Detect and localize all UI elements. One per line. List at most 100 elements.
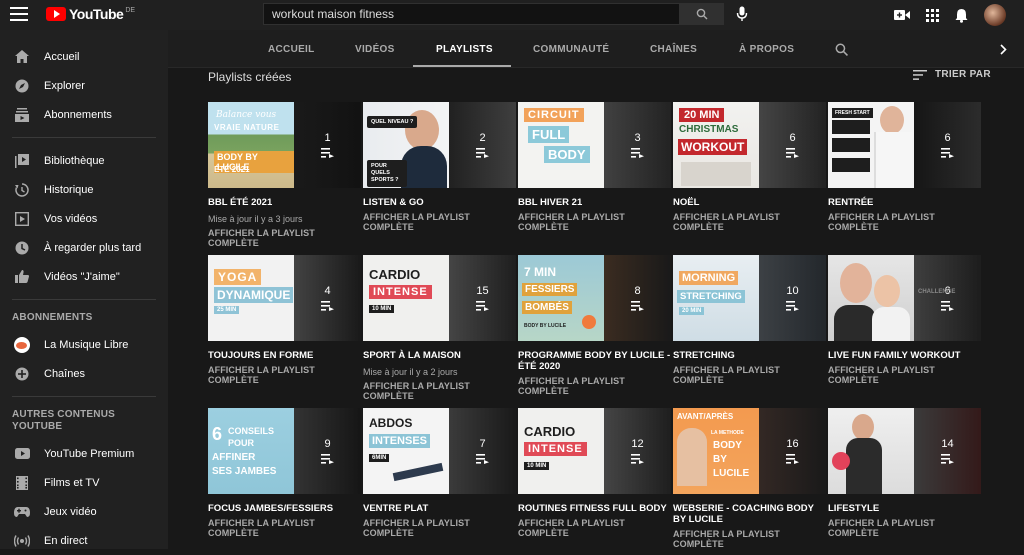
playlist-title[interactable]: BBL HIVER 21 bbox=[518, 197, 671, 208]
view-full-playlist-link[interactable]: AFFICHER LA PLAYLIST COMPLÈTE bbox=[673, 365, 826, 385]
tab-chaines[interactable]: CHAÎNES bbox=[650, 30, 697, 68]
playlist-icon bbox=[941, 454, 954, 464]
playlist-card[interactable]: Balance vous VRAIE NATURE BODY BY LUCILE… bbox=[208, 102, 361, 248]
sidebar-item-accueil[interactable]: Accueil bbox=[0, 42, 168, 71]
playlist-thumbnail[interactable]: 6 CONSEILS POUR AFFINER SES JAMBES 9 bbox=[208, 408, 361, 494]
sidebar-item-jeux-video[interactable]: Jeux vidéo bbox=[0, 497, 168, 526]
sidebar-item-en-direct[interactable]: En direct bbox=[0, 526, 168, 555]
tab-videos[interactable]: VIDÉOS bbox=[355, 30, 395, 68]
sidebar-item-chaines[interactable]: Chaînes bbox=[0, 359, 168, 388]
playlist-card[interactable]: ABDOS INTENSES 6MIN 7 VENTRE PLAT AFFICH… bbox=[363, 408, 516, 538]
view-full-playlist-link[interactable]: AFFICHER LA PLAYLIST COMPLÈTE bbox=[208, 228, 361, 248]
playlist-card[interactable]: 6 CONSEILS POUR AFFINER SES JAMBES 9 FOC… bbox=[208, 408, 361, 538]
notifications-bell-icon[interactable] bbox=[955, 8, 968, 23]
playlist-title[interactable]: RENTRÉE bbox=[828, 197, 981, 208]
sidebar-item-label: Abonnements bbox=[44, 108, 112, 121]
playlist-title[interactable]: TOUJOURS EN FORME bbox=[208, 350, 361, 361]
account-avatar[interactable] bbox=[984, 4, 1006, 26]
sidebar-item-watch-later[interactable]: À regarder plus tard bbox=[0, 233, 168, 262]
playlist-card[interactable]: CARDIO INTENSE 10 MIN 15 SPORT À LA MAIS… bbox=[363, 255, 516, 401]
playlist-card[interactable]: CHALLENGE 6 LIVE FUN FAMILY WORKOUT AFFI… bbox=[828, 255, 981, 385]
tab-accueil[interactable]: ACCUEIL bbox=[268, 30, 315, 68]
playlist-card[interactable]: FRESH START 6 RENTRÉE AFFICHER LA PLAYLI… bbox=[828, 102, 981, 232]
playlist-thumbnail[interactable]: FRESH START 6 bbox=[828, 102, 981, 188]
playlist-thumbnail[interactable]: AVANT/APRÈS LA METHODE BODY BY LUCILE 16 bbox=[673, 408, 826, 494]
playlist-card[interactable]: MORNING STRETCHING 20 MIN 10 STRETCHING … bbox=[673, 255, 826, 385]
sidebar-item-la-musique-libre[interactable]: La Musique Libre bbox=[0, 330, 168, 359]
view-full-playlist-link[interactable]: AFFICHER LA PLAYLIST COMPLÈTE bbox=[673, 212, 826, 232]
playlist-icon bbox=[786, 454, 799, 464]
playlist-thumbnail[interactable]: 7 MIN FESSIERS BOMBÉS BODY BY LUCILE 8 bbox=[518, 255, 671, 341]
sort-button[interactable]: TRIER PAR bbox=[913, 69, 991, 80]
thumbnail-image: AVANT/APRÈS LA METHODE BODY BY LUCILE bbox=[673, 408, 759, 494]
tab-a-propos[interactable]: À PROPOS bbox=[739, 30, 794, 68]
playlist-thumbnail[interactable]: CARDIO INTENSE 10 MIN 15 bbox=[363, 255, 516, 341]
search-button[interactable] bbox=[680, 3, 724, 25]
channel-search-icon[interactable] bbox=[835, 43, 848, 56]
youtube-logo[interactable]: YouTube DE bbox=[46, 6, 135, 22]
tab-playlists[interactable]: PLAYLISTS bbox=[436, 30, 493, 68]
playlist-thumbnail[interactable]: 14 bbox=[828, 408, 981, 494]
playlist-thumbnail[interactable]: CIRCUIT FULL BODY 3 bbox=[518, 102, 671, 188]
playlist-thumbnail[interactable]: Balance vous VRAIE NATURE BODY BY LUCILE… bbox=[208, 102, 361, 188]
playlist-title[interactable]: BBL ÉTÉ 2021 bbox=[208, 197, 361, 208]
menu-icon[interactable] bbox=[10, 7, 28, 23]
playlist-title[interactable]: LISTEN & GO bbox=[363, 197, 516, 208]
playlist-title[interactable]: VENTRE PLAT bbox=[363, 503, 516, 514]
playlist-card[interactable]: 7 MIN FESSIERS BOMBÉS BODY BY LUCILE 8 P… bbox=[518, 255, 671, 396]
playlist-title[interactable]: LIFESTYLE bbox=[828, 503, 981, 514]
view-full-playlist-link[interactable]: AFFICHER LA PLAYLIST COMPLÈTE bbox=[208, 365, 361, 385]
create-video-icon[interactable] bbox=[894, 9, 910, 21]
search-input[interactable]: workout maison fitness bbox=[263, 3, 680, 25]
sidebar-item-liked-videos[interactable]: Vidéos "J'aime" bbox=[0, 262, 168, 291]
apps-grid-icon[interactable] bbox=[926, 8, 939, 22]
view-full-playlist-link[interactable]: AFFICHER LA PLAYLIST COMPLÈTE bbox=[363, 518, 516, 538]
sidebar-item-vos-videos[interactable]: Vos vidéos bbox=[0, 204, 168, 233]
sidebar-item-historique[interactable]: Historique bbox=[0, 175, 168, 204]
chevron-right-icon[interactable] bbox=[1000, 44, 1007, 55]
sidebar-item-abonnements[interactable]: Abonnements bbox=[0, 100, 168, 129]
playlist-title[interactable]: STRETCHING bbox=[673, 350, 826, 361]
playlist-title[interactable]: WEBSERIE - COACHING BODY BY LUCILE bbox=[673, 503, 826, 525]
view-full-playlist-link[interactable]: AFFICHER LA PLAYLIST COMPLÈTE bbox=[518, 212, 671, 232]
view-full-playlist-link[interactable]: AFFICHER LA PLAYLIST COMPLÈTE bbox=[673, 529, 826, 549]
view-full-playlist-link[interactable]: AFFICHER LA PLAYLIST COMPLÈTE bbox=[363, 381, 516, 401]
playlist-title[interactable]: FOCUS JAMBES/FESSIERS bbox=[208, 503, 361, 514]
sidebar-item-films-et-tv[interactable]: Films et TV bbox=[0, 468, 168, 497]
playlist-card[interactable]: CIRCUIT FULL BODY 3 BBL HIVER 21 AFFICHE… bbox=[518, 102, 671, 232]
playlist-thumbnail[interactable]: MORNING STRETCHING 20 MIN 10 bbox=[673, 255, 826, 341]
view-full-playlist-link[interactable]: AFFICHER LA PLAYLIST COMPLÈTE bbox=[828, 518, 981, 538]
playlist-title[interactable]: PROGRAMME BODY BY LUCILE - ÉTÉ 2020 bbox=[518, 350, 671, 372]
playlist-title[interactable]: ROUTINES FITNESS FULL BODY bbox=[518, 503, 671, 514]
playlist-thumbnail[interactable]: QUEL NIVEAU ? POUR QUELS SPORTS ? 2 bbox=[363, 102, 516, 188]
thumbnail-text: BODY bbox=[544, 146, 590, 163]
view-full-playlist-link[interactable]: AFFICHER LA PLAYLIST COMPLÈTE bbox=[363, 212, 516, 232]
playlist-title[interactable]: LIVE FUN FAMILY WORKOUT bbox=[828, 350, 981, 361]
view-full-playlist-link[interactable]: AFFICHER LA PLAYLIST COMPLÈTE bbox=[828, 365, 981, 385]
playlist-card[interactable]: QUEL NIVEAU ? POUR QUELS SPORTS ? 2 LIST… bbox=[363, 102, 516, 232]
playlist-thumbnail[interactable]: YOGA DYNAMIQUE 25 MIN 4 bbox=[208, 255, 361, 341]
playlist-thumbnail[interactable]: 20 MIN CHRISTMAS WORKOUT 6 bbox=[673, 102, 826, 188]
add-circle-icon bbox=[0, 367, 44, 381]
playlist-thumbnail[interactable]: CARDIO INTENSE 10 MIN 12 bbox=[518, 408, 671, 494]
playlist-card[interactable]: 20 MIN CHRISTMAS WORKOUT 6 NOËL AFFICHER… bbox=[673, 102, 826, 232]
playlist-card[interactable]: CARDIO INTENSE 10 MIN 12 ROUTINES FITNES… bbox=[518, 408, 671, 538]
view-full-playlist-link[interactable]: AFFICHER LA PLAYLIST COMPLÈTE bbox=[828, 212, 981, 232]
tab-communaute[interactable]: COMMUNAUTÉ bbox=[533, 30, 609, 68]
playlist-thumbnail[interactable]: CHALLENGE 6 bbox=[828, 255, 981, 341]
your-videos-icon bbox=[0, 211, 44, 226]
playlist-title[interactable]: SPORT À LA MAISON bbox=[363, 350, 516, 361]
playlist-card[interactable]: AVANT/APRÈS LA METHODE BODY BY LUCILE 16… bbox=[673, 408, 826, 549]
view-full-playlist-link[interactable]: AFFICHER LA PLAYLIST COMPLÈTE bbox=[518, 518, 671, 538]
playlist-card[interactable]: 14 LIFESTYLE AFFICHER LA PLAYLIST COMPLÈ… bbox=[828, 408, 981, 538]
microphone-icon[interactable] bbox=[736, 6, 748, 27]
playlist-thumbnail[interactable]: ABDOS INTENSES 6MIN 7 bbox=[363, 408, 516, 494]
playlist-card[interactable]: YOGA DYNAMIQUE 25 MIN 4 TOUJOURS EN FORM… bbox=[208, 255, 361, 385]
view-full-playlist-link[interactable]: AFFICHER LA PLAYLIST COMPLÈTE bbox=[518, 376, 671, 396]
video-count: 4 bbox=[324, 285, 331, 297]
sidebar-item-youtube-premium[interactable]: YouTube Premium bbox=[0, 439, 168, 468]
playlist-title[interactable]: NOËL bbox=[673, 197, 826, 208]
sidebar-item-explorer[interactable]: Explorer bbox=[0, 71, 168, 100]
sidebar-item-bibliotheque[interactable]: Bibliothèque bbox=[0, 146, 168, 175]
view-full-playlist-link[interactable]: AFFICHER LA PLAYLIST COMPLÈTE bbox=[208, 518, 361, 538]
